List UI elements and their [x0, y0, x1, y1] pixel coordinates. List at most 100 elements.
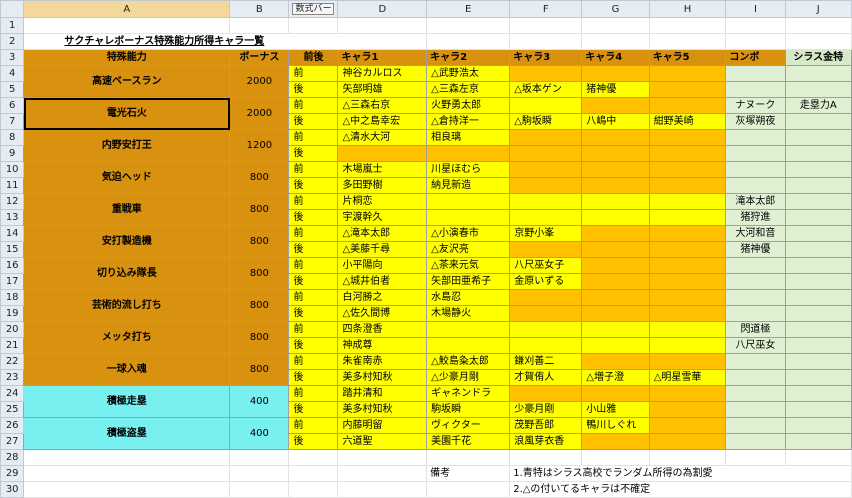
combo-cell[interactable] [725, 257, 786, 274]
zengo-cell[interactable]: 後 [288, 177, 339, 194]
combo-cell[interactable]: 大河和音 [725, 225, 786, 242]
character-cell[interactable]: △明星雪華 [648, 369, 727, 386]
zengo-cell[interactable]: 前 [288, 193, 339, 210]
row-header[interactable]: 7 [0, 113, 25, 130]
character-cell[interactable]: 宇渡幹久 [337, 209, 428, 226]
character-cell[interactable]: 金原いずる [509, 273, 583, 290]
header-char5[interactable]: キャラ5 [648, 49, 727, 66]
character-cell[interactable] [648, 385, 727, 402]
combo-cell[interactable]: 滝本太郎 [725, 193, 786, 210]
row-header[interactable]: 16 [0, 257, 25, 274]
character-cell[interactable] [648, 97, 727, 114]
character-cell[interactable] [581, 225, 650, 242]
character-cell[interactable] [509, 97, 583, 114]
cell[interactable] [509, 33, 583, 50]
character-cell[interactable] [581, 161, 650, 178]
character-cell[interactable] [648, 305, 727, 322]
row-header[interactable]: 19 [0, 305, 25, 322]
bonus-value-cell[interactable]: 800 [229, 161, 290, 194]
row-header[interactable]: 22 [0, 353, 25, 370]
character-cell[interactable] [648, 161, 727, 178]
character-cell[interactable] [509, 305, 583, 322]
character-cell[interactable]: △鮫島粂太郎 [426, 353, 511, 370]
shirasu-cell[interactable] [784, 145, 852, 162]
character-cell[interactable]: △美藤千尋 [337, 241, 428, 258]
character-cell[interactable]: 紺野美崎 [648, 113, 727, 130]
character-cell[interactable]: 矢部明雄 [337, 81, 428, 98]
shirasu-cell[interactable] [784, 113, 852, 130]
character-cell[interactable]: 踏井清和 [337, 385, 428, 402]
row-header[interactable]: 15 [0, 241, 25, 258]
skill-name-cell[interactable]: メッタ打ち [23, 321, 231, 354]
select-all-corner[interactable] [0, 0, 25, 18]
character-cell[interactable] [426, 145, 511, 162]
cell[interactable] [426, 481, 511, 498]
character-cell[interactable]: 朱雀南赤 [337, 353, 428, 370]
row-header[interactable]: 3 [0, 49, 25, 66]
column-header-a[interactable]: A [23, 0, 231, 18]
character-cell[interactable] [509, 385, 583, 402]
character-cell[interactable]: 小山雅 [581, 401, 650, 418]
skill-name-cell[interactable]: 積極盗塁 [23, 417, 231, 450]
character-cell[interactable] [648, 209, 727, 226]
bonus-value-cell[interactable]: 800 [229, 257, 290, 290]
header-shirasu[interactable]: シラス金特 [784, 49, 852, 66]
character-cell[interactable] [581, 65, 650, 82]
shirasu-cell[interactable] [784, 193, 852, 210]
character-cell[interactable] [581, 209, 650, 226]
cell[interactable] [229, 481, 290, 498]
character-cell[interactable]: △中之島幸宏 [337, 113, 428, 130]
zengo-cell[interactable]: 前 [288, 97, 339, 114]
character-cell[interactable] [581, 257, 650, 274]
character-cell[interactable] [648, 241, 727, 258]
character-cell[interactable]: △滝本太郎 [337, 225, 428, 242]
shirasu-cell[interactable] [784, 353, 852, 370]
row-header[interactable]: 6 [0, 97, 25, 114]
cell[interactable] [426, 17, 511, 34]
zengo-cell[interactable]: 後 [288, 305, 339, 322]
character-cell[interactable]: △茶来元気 [426, 257, 511, 274]
header-char1[interactable]: キャラ1 [337, 49, 428, 66]
combo-cell[interactable]: 閃道極 [725, 321, 786, 338]
zengo-cell[interactable]: 後 [288, 81, 339, 98]
character-cell[interactable]: 木場嵐士 [337, 161, 428, 178]
character-cell[interactable]: 浪風芽衣香 [509, 433, 583, 450]
cell[interactable] [23, 449, 231, 466]
cell[interactable] [23, 17, 231, 34]
character-cell[interactable] [648, 289, 727, 306]
character-cell[interactable] [648, 321, 727, 338]
row-header[interactable]: 14 [0, 225, 25, 242]
zengo-cell[interactable]: 後 [288, 113, 339, 130]
character-cell[interactable] [509, 65, 583, 82]
character-cell[interactable]: △増子澄 [581, 369, 650, 386]
character-cell[interactable] [337, 145, 428, 162]
shirasu-cell[interactable] [784, 401, 852, 418]
row-header[interactable]: 30 [0, 481, 25, 498]
combo-cell[interactable] [725, 273, 786, 290]
character-cell[interactable] [581, 385, 650, 402]
character-cell[interactable]: 美多村知秋 [337, 369, 428, 386]
character-cell[interactable] [648, 81, 727, 98]
skill-name-cell[interactable]: 安打製造機 [23, 225, 231, 258]
row-header[interactable]: 2 [0, 33, 25, 50]
combo-cell[interactable] [725, 369, 786, 386]
column-header-c[interactable]: 数式バー [288, 0, 339, 18]
character-cell[interactable]: 六道聖 [337, 433, 428, 450]
cell[interactable] [784, 17, 852, 34]
cell[interactable] [288, 17, 339, 34]
combo-cell[interactable] [725, 161, 786, 178]
character-cell[interactable] [648, 177, 727, 194]
character-cell[interactable] [648, 65, 727, 82]
column-header-d[interactable]: D [337, 0, 428, 18]
character-cell[interactable] [509, 321, 583, 338]
cell[interactable] [581, 449, 650, 466]
character-cell[interactable]: 猪神優 [581, 81, 650, 98]
character-cell[interactable]: △友沢亮 [426, 241, 511, 258]
zengo-cell[interactable]: 前 [288, 257, 339, 274]
shirasu-cell[interactable] [784, 273, 852, 290]
row-header[interactable]: 29 [0, 465, 25, 482]
bonus-value-cell[interactable]: 800 [229, 225, 290, 258]
row-header[interactable]: 27 [0, 433, 25, 450]
row-header[interactable]: 25 [0, 401, 25, 418]
zengo-cell[interactable]: 後 [288, 209, 339, 226]
